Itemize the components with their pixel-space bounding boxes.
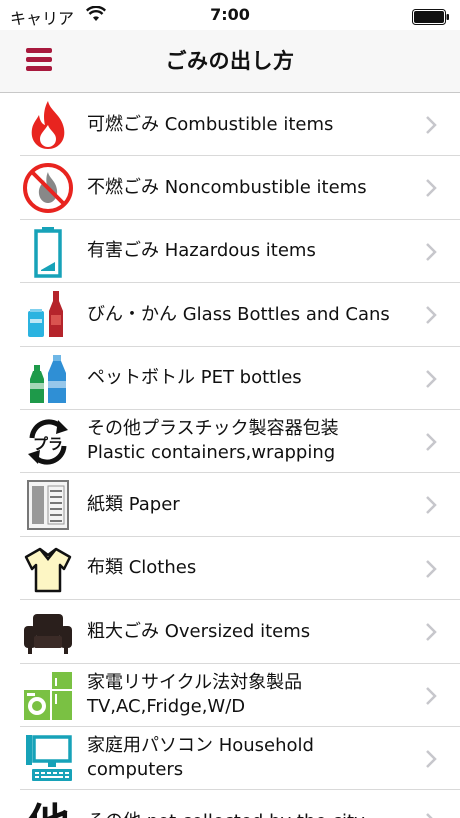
- battery-status-icon: [412, 9, 450, 25]
- list-item[interactable]: 可燃ごみ Combustible items: [0, 93, 460, 157]
- list-item[interactable]: びん・かん Glass Bottles and Cans: [0, 283, 460, 347]
- chevron-right-icon: [426, 496, 437, 515]
- list-item[interactable]: 家電リサイクル法対象製品 TV,AC,Fridge,W/D: [0, 664, 460, 728]
- clock-label: 7:00: [210, 5, 250, 24]
- chevron-right-icon: [426, 559, 437, 578]
- other-icon: 他: [22, 796, 74, 818]
- svg-text:他: 他: [25, 800, 70, 818]
- list-item-label: びん・かん Glass Bottles and Cans: [87, 303, 390, 325]
- list-item-label: 家庭用パソコン Household computers: [87, 735, 314, 781]
- chevron-right-icon: [426, 369, 437, 388]
- plastic-recycle-icon: プラ: [22, 416, 74, 468]
- list-item[interactable]: 家庭用パソコン Household computers: [0, 727, 460, 791]
- navigation-bar: ごみの出し方: [0, 30, 460, 93]
- chevron-right-icon: [426, 686, 437, 705]
- sofa-icon: [22, 606, 74, 658]
- battery-icon: [22, 226, 74, 278]
- list-item-label: 紙類 Paper: [87, 493, 180, 515]
- chevron-right-icon: [426, 750, 437, 768]
- list-item[interactable]: 粗大ごみ Oversized items: [0, 600, 460, 664]
- appliance-icon: [22, 670, 74, 722]
- list-item[interactable]: 有害ごみ Hazardous items: [0, 220, 460, 284]
- newspaper-icon: [22, 479, 74, 531]
- status-bar: キャリア 7:00: [0, 0, 460, 30]
- fire-icon: [22, 99, 74, 151]
- list-item-label: 粗大ごみ Oversized items: [87, 620, 311, 642]
- list-item[interactable]: 紙類 Paper: [0, 473, 460, 538]
- list-item-label: その他プラスチック製容器包装 Plastic containers,wrappi…: [87, 418, 339, 464]
- chevron-right-icon: [426, 179, 437, 198]
- list-item[interactable]: プラ その他プラスチック製容器包装 Plastic containers,wra…: [0, 410, 460, 474]
- list-item[interactable]: 布類 Clothes: [0, 537, 460, 601]
- chevron-right-icon: [426, 242, 437, 261]
- category-list: 可燃ごみ Combustible items 不燃ごみ Noncombustib…: [0, 93, 460, 818]
- page-title: ごみの出し方: [165, 49, 295, 73]
- chevron-right-icon: [426, 306, 437, 325]
- bottle-can-icon: [22, 289, 74, 341]
- list-item[interactable]: ペットボトル PET bottles: [0, 347, 460, 411]
- chevron-right-icon: [426, 433, 437, 451]
- list-item-label: ペットボトル PET bottles: [87, 367, 302, 389]
- list-item-label: 有害ごみ Hazardous items: [87, 240, 316, 262]
- chevron-right-icon: [426, 623, 437, 642]
- list-item[interactable]: 不燃ごみ Noncombustible items: [0, 156, 460, 221]
- pet-bottle-icon: [22, 353, 74, 405]
- list-item-label: 布類 Clothes: [87, 557, 197, 579]
- no-fire-icon: [22, 162, 74, 214]
- chevron-right-icon: [426, 116, 437, 134]
- chevron-right-icon: [426, 813, 433, 818]
- shirt-icon: [22, 543, 74, 595]
- list-item-label: 不燃ごみ Noncombustible items: [87, 176, 367, 198]
- list-item[interactable]: 他 その他 not collected by the city: [0, 790, 460, 818]
- computer-icon: [22, 733, 74, 785]
- svg-text:プラ: プラ: [33, 435, 63, 453]
- list-item-label: 家電リサイクル法対象製品 TV,AC,Fridge,W/D: [87, 672, 303, 718]
- list-item-label: 可燃ごみ Combustible items: [87, 113, 334, 135]
- list-item-label: その他 not collected by the city: [87, 790, 414, 818]
